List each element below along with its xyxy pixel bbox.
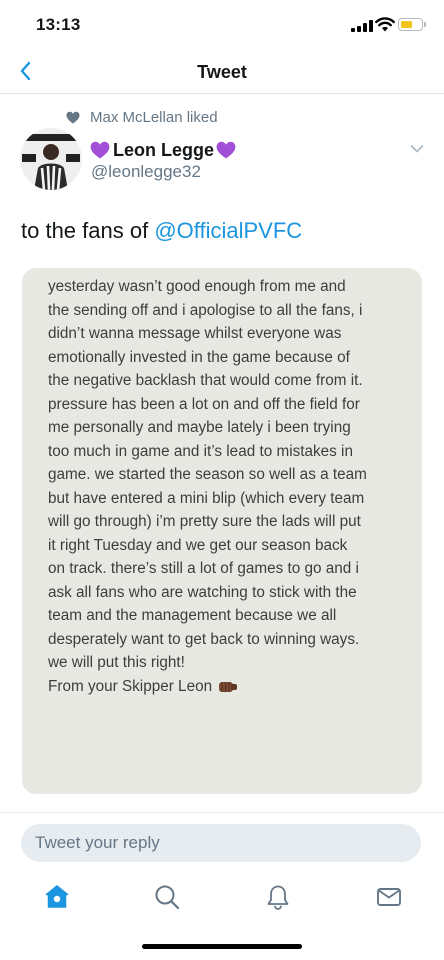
note-line: we will put this right! [48, 654, 185, 671]
sign-off-text: From your Skipper Leon [48, 677, 213, 695]
note-line: but have entered a mini blip (which ever… [48, 489, 365, 507]
note-line: ask all fans who are watching to stick w… [48, 583, 357, 601]
display-name-text: Leon Legge [113, 139, 215, 160]
note-line: emotionally invested in the game because… [48, 348, 350, 366]
note-line: team and the management because we all [48, 607, 337, 624]
note-line: on track. there’s still a lot of games t… [48, 560, 359, 577]
attached-note-image[interactable]: yesterday wasn’t good enough from me and… [22, 268, 422, 794]
page-title: Tweet [197, 62, 247, 82]
reply-input[interactable]: Tweet your reply [21, 824, 421, 862]
display-name[interactable]: Leon Legge [90, 138, 236, 162]
note-line: yesterday wasn’t good enough from me and [48, 278, 346, 295]
divider [0, 812, 444, 813]
heart-icon [66, 111, 80, 123]
bell-icon [267, 885, 289, 910]
tab-notifications[interactable] [263, 882, 293, 912]
tab-messages[interactable] [374, 882, 404, 912]
tab-home[interactable] [42, 882, 72, 912]
avatar[interactable] [20, 128, 82, 190]
profile-photo [20, 128, 82, 190]
social-context: Max McLellan liked [66, 108, 218, 126]
note-line: too much in game and it’s lead to mistak… [48, 442, 353, 460]
note-line: will go through) i’m pretty sure the lad… [48, 513, 361, 530]
reply-placeholder: Tweet your reply [35, 833, 160, 852]
tweet-text-body: to the fans of [21, 218, 155, 243]
chevron-down-icon[interactable] [410, 144, 424, 154]
note-line: game. we started the season so well as a… [48, 466, 367, 483]
note-text: yesterday wasn’t good enough from me and… [48, 275, 422, 675]
tab-bar [0, 870, 444, 930]
status-bar: 13:13 [0, 0, 444, 50]
search-icon [155, 885, 180, 910]
home-icon [45, 885, 69, 908]
note-line: desperately want to get back to winning … [48, 630, 360, 648]
note-line: it right Tuesday and we get our season b… [48, 536, 348, 554]
signal-icon [351, 20, 373, 32]
liked-by-text: Max McLellan liked [90, 108, 218, 126]
home-indicator [142, 944, 302, 949]
note-line: didn’t wanna message whilst everyone was [48, 325, 342, 342]
wifi-icon [375, 17, 395, 32]
note-line: me personally and maybe lately i been tr… [48, 419, 351, 436]
user-handle[interactable]: @leonlegge32 [91, 162, 201, 182]
mail-icon [377, 888, 401, 906]
mention-link[interactable]: @OfficialPVFC [154, 218, 302, 243]
note-line: pressure has been a lot on and off the f… [48, 395, 360, 413]
note-line: the sending off and i apologise to all t… [48, 301, 363, 319]
fist-icon [219, 682, 238, 693]
note-sign-off: From your Skipper Leon [48, 675, 422, 699]
tab-search[interactable] [152, 882, 182, 912]
purple-heart-icon [216, 141, 236, 159]
purple-heart-icon [90, 141, 110, 159]
tweet-text: to the fans of @OfficialPVFC [21, 218, 302, 244]
battery-icon [398, 18, 426, 31]
note-line: the negative backlash that would come fr… [48, 372, 363, 389]
nav-bar: Tweet [0, 50, 444, 94]
status-time: 13:13 [36, 15, 81, 34]
